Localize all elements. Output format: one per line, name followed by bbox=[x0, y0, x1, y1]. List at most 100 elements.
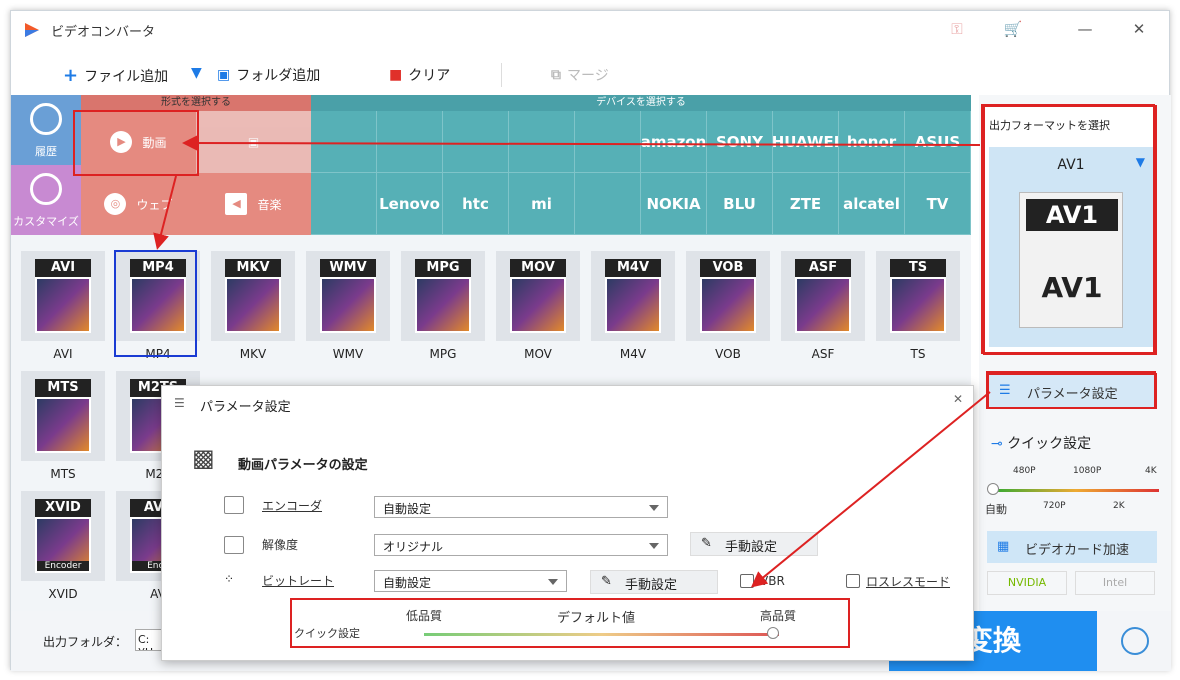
device-brand-blu[interactable]: BLU bbox=[707, 173, 773, 235]
add-dropdown-icon[interactable]: ▼ bbox=[191, 65, 202, 81]
device-brand-amazon[interactable]: amazon bbox=[641, 111, 707, 173]
format-tile-mov[interactable]: MOV MOV bbox=[496, 251, 580, 361]
intel-badge[interactable]: Intel bbox=[1075, 571, 1155, 595]
format-tile-ts[interactable]: TS TS bbox=[876, 251, 960, 361]
low-quality-label: 低品質 bbox=[406, 609, 443, 623]
plus-icon: + bbox=[63, 65, 79, 86]
format-tile-m4v[interactable]: M4V M4V bbox=[591, 251, 675, 361]
format-tag: MTS bbox=[35, 379, 91, 397]
quality-slider[interactable] bbox=[993, 489, 1159, 492]
bitrate-label[interactable]: ビットレート bbox=[262, 572, 334, 589]
bitrate-manual-button[interactable]: ✎ 手動設定 bbox=[590, 570, 718, 594]
audio-icon: ▣ bbox=[247, 135, 260, 149]
merge-button[interactable]: ⧉ マージ bbox=[551, 65, 609, 85]
merge-label: マージ bbox=[567, 68, 609, 84]
sidebar-history[interactable]: 履歴 bbox=[11, 95, 81, 165]
lossless-checkbox[interactable] bbox=[846, 574, 860, 588]
format-tile-mts[interactable]: MTS MTS bbox=[21, 371, 105, 481]
cart-icon[interactable]: 🛒 bbox=[1003, 20, 1023, 40]
format-tile-avi[interactable]: AVI AVI bbox=[21, 251, 105, 361]
minimize-button[interactable]: — bbox=[1075, 20, 1095, 40]
device-brand-mi[interactable]: mi bbox=[509, 173, 575, 235]
format-tile-asf[interactable]: ASF ASF bbox=[781, 251, 865, 361]
vbr-checkbox[interactable] bbox=[740, 574, 754, 588]
parameter-dialog: ☰ パラメータ設定 ✕ ▩ 動画パラメータの設定 エンコーダ 自動設定 解像度 … bbox=[161, 385, 974, 661]
tick-720p: 720P bbox=[1043, 501, 1066, 511]
format-name: WMV bbox=[332, 347, 364, 361]
format-name: VOB bbox=[715, 347, 741, 361]
add-file-button[interactable]: + ファイル追加 bbox=[63, 65, 168, 86]
format-name: MKV bbox=[239, 347, 267, 361]
dialog-quality-slider[interactable] bbox=[424, 633, 779, 636]
device-brand-logo-2[interactable] bbox=[443, 111, 509, 173]
format-name: M4V bbox=[619, 347, 647, 361]
resolution-manual-button[interactable]: ✎ 手動設定 bbox=[690, 532, 818, 556]
sidebar-customize[interactable]: カスタマイズ bbox=[11, 165, 81, 235]
encoder-label[interactable]: エンコーダ bbox=[262, 497, 322, 514]
device-brand-huawei[interactable]: HUAWEI bbox=[772, 111, 839, 173]
format-art bbox=[510, 277, 566, 333]
format-tile-mpg[interactable]: MPG MPG bbox=[401, 251, 485, 361]
device-brand-logo-4[interactable] bbox=[575, 173, 641, 235]
vbr-label: VBR bbox=[760, 574, 785, 588]
device-brand-logo-3[interactable] bbox=[509, 111, 575, 173]
bitrate-select[interactable]: 自動設定 bbox=[374, 570, 567, 592]
device-header: デバイスを選択する bbox=[311, 95, 971, 111]
format-name: XVID bbox=[48, 587, 78, 601]
annotation-param-box bbox=[986, 371, 1156, 409]
format-art bbox=[35, 277, 91, 333]
device-brand-lenovo[interactable]: Lenovo bbox=[377, 173, 443, 235]
device-brand-logo-0[interactable] bbox=[311, 111, 377, 173]
device-brand-logo-4[interactable] bbox=[575, 111, 641, 173]
category-music-label: 音楽 bbox=[257, 197, 282, 212]
device-brand-logo-0[interactable] bbox=[311, 173, 377, 235]
format-tile-xvid[interactable]: XVID Encoder XVID bbox=[21, 491, 105, 601]
device-brand-asus[interactable]: ASUS bbox=[905, 111, 971, 173]
category-web[interactable]: ◎ ウェブ bbox=[81, 173, 196, 235]
format-thumbnail: WMV bbox=[306, 251, 390, 341]
key-icon[interactable]: ⚿ bbox=[947, 20, 967, 40]
chip-icon: ▦ bbox=[997, 539, 1010, 554]
clear-button[interactable]: ■ クリア bbox=[389, 65, 450, 85]
device-brand-htc[interactable]: htc bbox=[443, 173, 509, 235]
annotation-video-box bbox=[73, 110, 199, 176]
bitrate-icon: ⁘ bbox=[224, 572, 235, 586]
add-folder-button[interactable]: ▣ フォルダ追加 bbox=[217, 65, 320, 85]
resolution-select[interactable]: オリジナル bbox=[374, 534, 668, 556]
category-music[interactable]: ◀ 音楽 bbox=[196, 173, 311, 235]
device-brand-tv[interactable]: TV bbox=[905, 173, 971, 235]
encoder-select[interactable]: 自動設定 bbox=[374, 496, 668, 518]
format-tag: WMV bbox=[320, 259, 376, 277]
gpu-acceleration-button[interactable]: ▦ ビデオカード加速 bbox=[987, 531, 1157, 563]
nvidia-badge[interactable]: NVIDIA bbox=[987, 571, 1067, 595]
format-tile-mkv[interactable]: MKV MKV bbox=[211, 251, 295, 361]
format-header: 形式を選択する bbox=[81, 95, 311, 111]
device-brand-honor[interactable]: honor bbox=[839, 111, 905, 173]
device-brand-zte[interactable]: ZTE bbox=[773, 173, 839, 235]
speaker-icon: ◀ bbox=[225, 193, 248, 215]
device-brand-nokia[interactable]: NOKIA bbox=[641, 173, 707, 235]
title-bar: ビデオコンバータ ⚿ 🛒 — ✕ bbox=[11, 11, 1169, 49]
close-button[interactable]: ✕ bbox=[1129, 20, 1149, 40]
format-name: MTS bbox=[50, 467, 76, 481]
category-audio[interactable]: ▣ bbox=[196, 111, 311, 173]
format-thumbnail: M4V bbox=[591, 251, 675, 341]
device-brand-logo-1[interactable] bbox=[377, 111, 443, 173]
format-tag: AVI bbox=[35, 259, 91, 277]
format-art bbox=[415, 277, 471, 333]
dialog-close-icon[interactable]: ✕ bbox=[953, 392, 963, 406]
device-brand-alcatel[interactable]: alcatel bbox=[839, 173, 905, 235]
device-brand-sony[interactable]: SONY bbox=[707, 111, 773, 173]
app-title: ビデオコンバータ bbox=[51, 25, 156, 40]
annotation-output-box bbox=[981, 104, 1155, 354]
format-tile-wmv[interactable]: WMV WMV bbox=[306, 251, 390, 361]
add-file-label: ファイル追加 bbox=[84, 68, 169, 85]
format-tile-vob[interactable]: VOB VOB bbox=[686, 251, 770, 361]
format-name: AVI bbox=[53, 347, 73, 361]
dialog-quality-knob[interactable] bbox=[767, 627, 779, 639]
output-folder-label: 出力フォルダ： bbox=[43, 635, 128, 649]
tick-4k: 4K bbox=[1145, 466, 1157, 476]
dialog-title: パラメータ設定 bbox=[200, 400, 291, 415]
quality-slider-knob[interactable] bbox=[987, 483, 999, 495]
alarm-clock-icon[interactable] bbox=[1121, 627, 1149, 655]
